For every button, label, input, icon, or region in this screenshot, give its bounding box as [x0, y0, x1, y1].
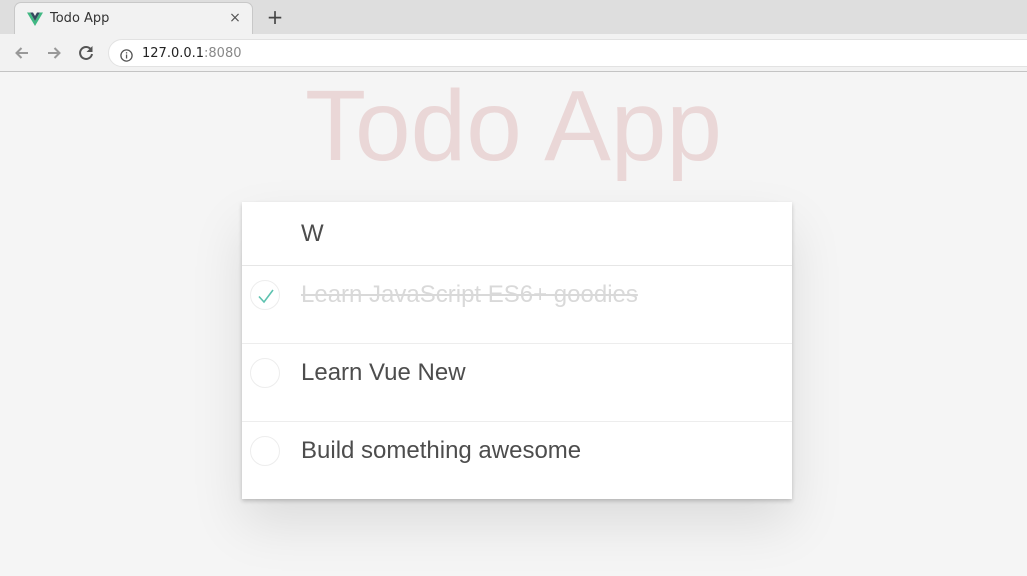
app-title: Todo App: [304, 70, 723, 182]
info-icon[interactable]: [120, 47, 133, 62]
vue-logo-icon: [27, 11, 43, 27]
url-text: 127.0.0.1:8080: [142, 46, 242, 61]
todo-label[interactable]: Build something awesome: [301, 437, 581, 465]
todo-toggle-checkbox[interactable]: [250, 358, 280, 388]
url-host: 127.0.0.1: [142, 46, 205, 61]
todo-label[interactable]: Learn JavaScript ES6+ goodies: [301, 281, 638, 309]
todo-item: Build something awesome: [242, 422, 792, 499]
new-tab-button[interactable]: +: [264, 6, 286, 28]
reload-icon[interactable]: [75, 42, 97, 64]
address-bar[interactable]: 127.0.0.1:8080: [108, 39, 1027, 67]
close-tab-icon[interactable]: ×: [226, 9, 244, 27]
todo-toggle-checkbox[interactable]: [250, 280, 280, 310]
tab-title: Todo App: [50, 11, 110, 26]
back-arrow-icon[interactable]: [11, 42, 33, 64]
todo-item: Learn JavaScript ES6+ goodies: [242, 266, 792, 344]
browser-tab[interactable]: Todo App ×: [14, 2, 253, 34]
browser-tabstrip: Todo App × +: [0, 0, 1027, 34]
check-icon: [258, 289, 274, 304]
new-todo-input[interactable]: [242, 202, 792, 266]
todo-app-card: Learn JavaScript ES6+ goodies Learn Vue …: [242, 202, 792, 499]
todo-item: Learn Vue New: [242, 344, 792, 422]
browser-toolbar: 127.0.0.1:8080: [0, 34, 1027, 72]
forward-arrow-icon[interactable]: [43, 42, 65, 64]
todo-list: Learn JavaScript ES6+ goodies Learn Vue …: [242, 266, 792, 499]
url-port: :8080: [204, 46, 242, 61]
todo-label[interactable]: Learn Vue New: [301, 359, 466, 387]
todo-toggle-checkbox[interactable]: [250, 436, 280, 466]
